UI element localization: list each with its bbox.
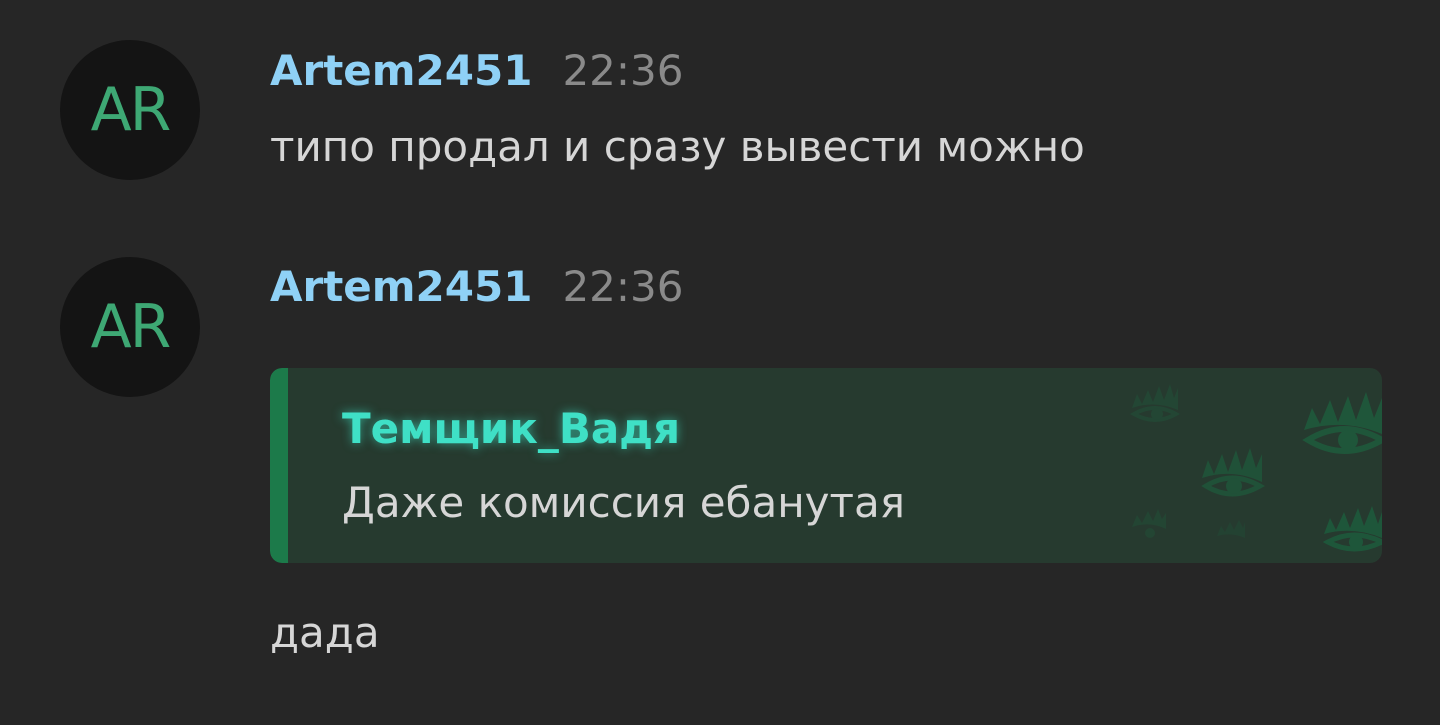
reply-text: Даже комиссия ебанутая: [342, 478, 905, 527]
message-header: Artem2451 22:36: [270, 262, 684, 311]
reply-author-name[interactable]: Темщик_Вадя: [342, 404, 680, 453]
author-name[interactable]: Artem2451: [270, 262, 532, 311]
avatar[interactable]: AR: [60, 257, 200, 397]
reply-accent-bar: [270, 368, 288, 563]
eye-pattern-icon: [1129, 384, 1382, 552]
message-text: типо продал и сразу вывести можно: [270, 122, 1085, 171]
avatar-initials: AR: [90, 292, 172, 362]
avatar-initials: AR: [90, 75, 172, 145]
message-time: 22:36: [562, 262, 684, 311]
message-1[interactable]: AR Artem2451 22:36 типо продал и сразу в…: [0, 0, 1440, 210]
reply-quote[interactable]: Темщик_Вадя Даже комиссия ебанутая: [270, 368, 1382, 563]
message-time: 22:36: [562, 46, 684, 95]
message-header: Artem2451 22:36: [270, 46, 684, 95]
author-name[interactable]: Artem2451: [270, 46, 532, 95]
message-text: дада: [270, 608, 380, 657]
avatar[interactable]: AR: [60, 40, 200, 180]
